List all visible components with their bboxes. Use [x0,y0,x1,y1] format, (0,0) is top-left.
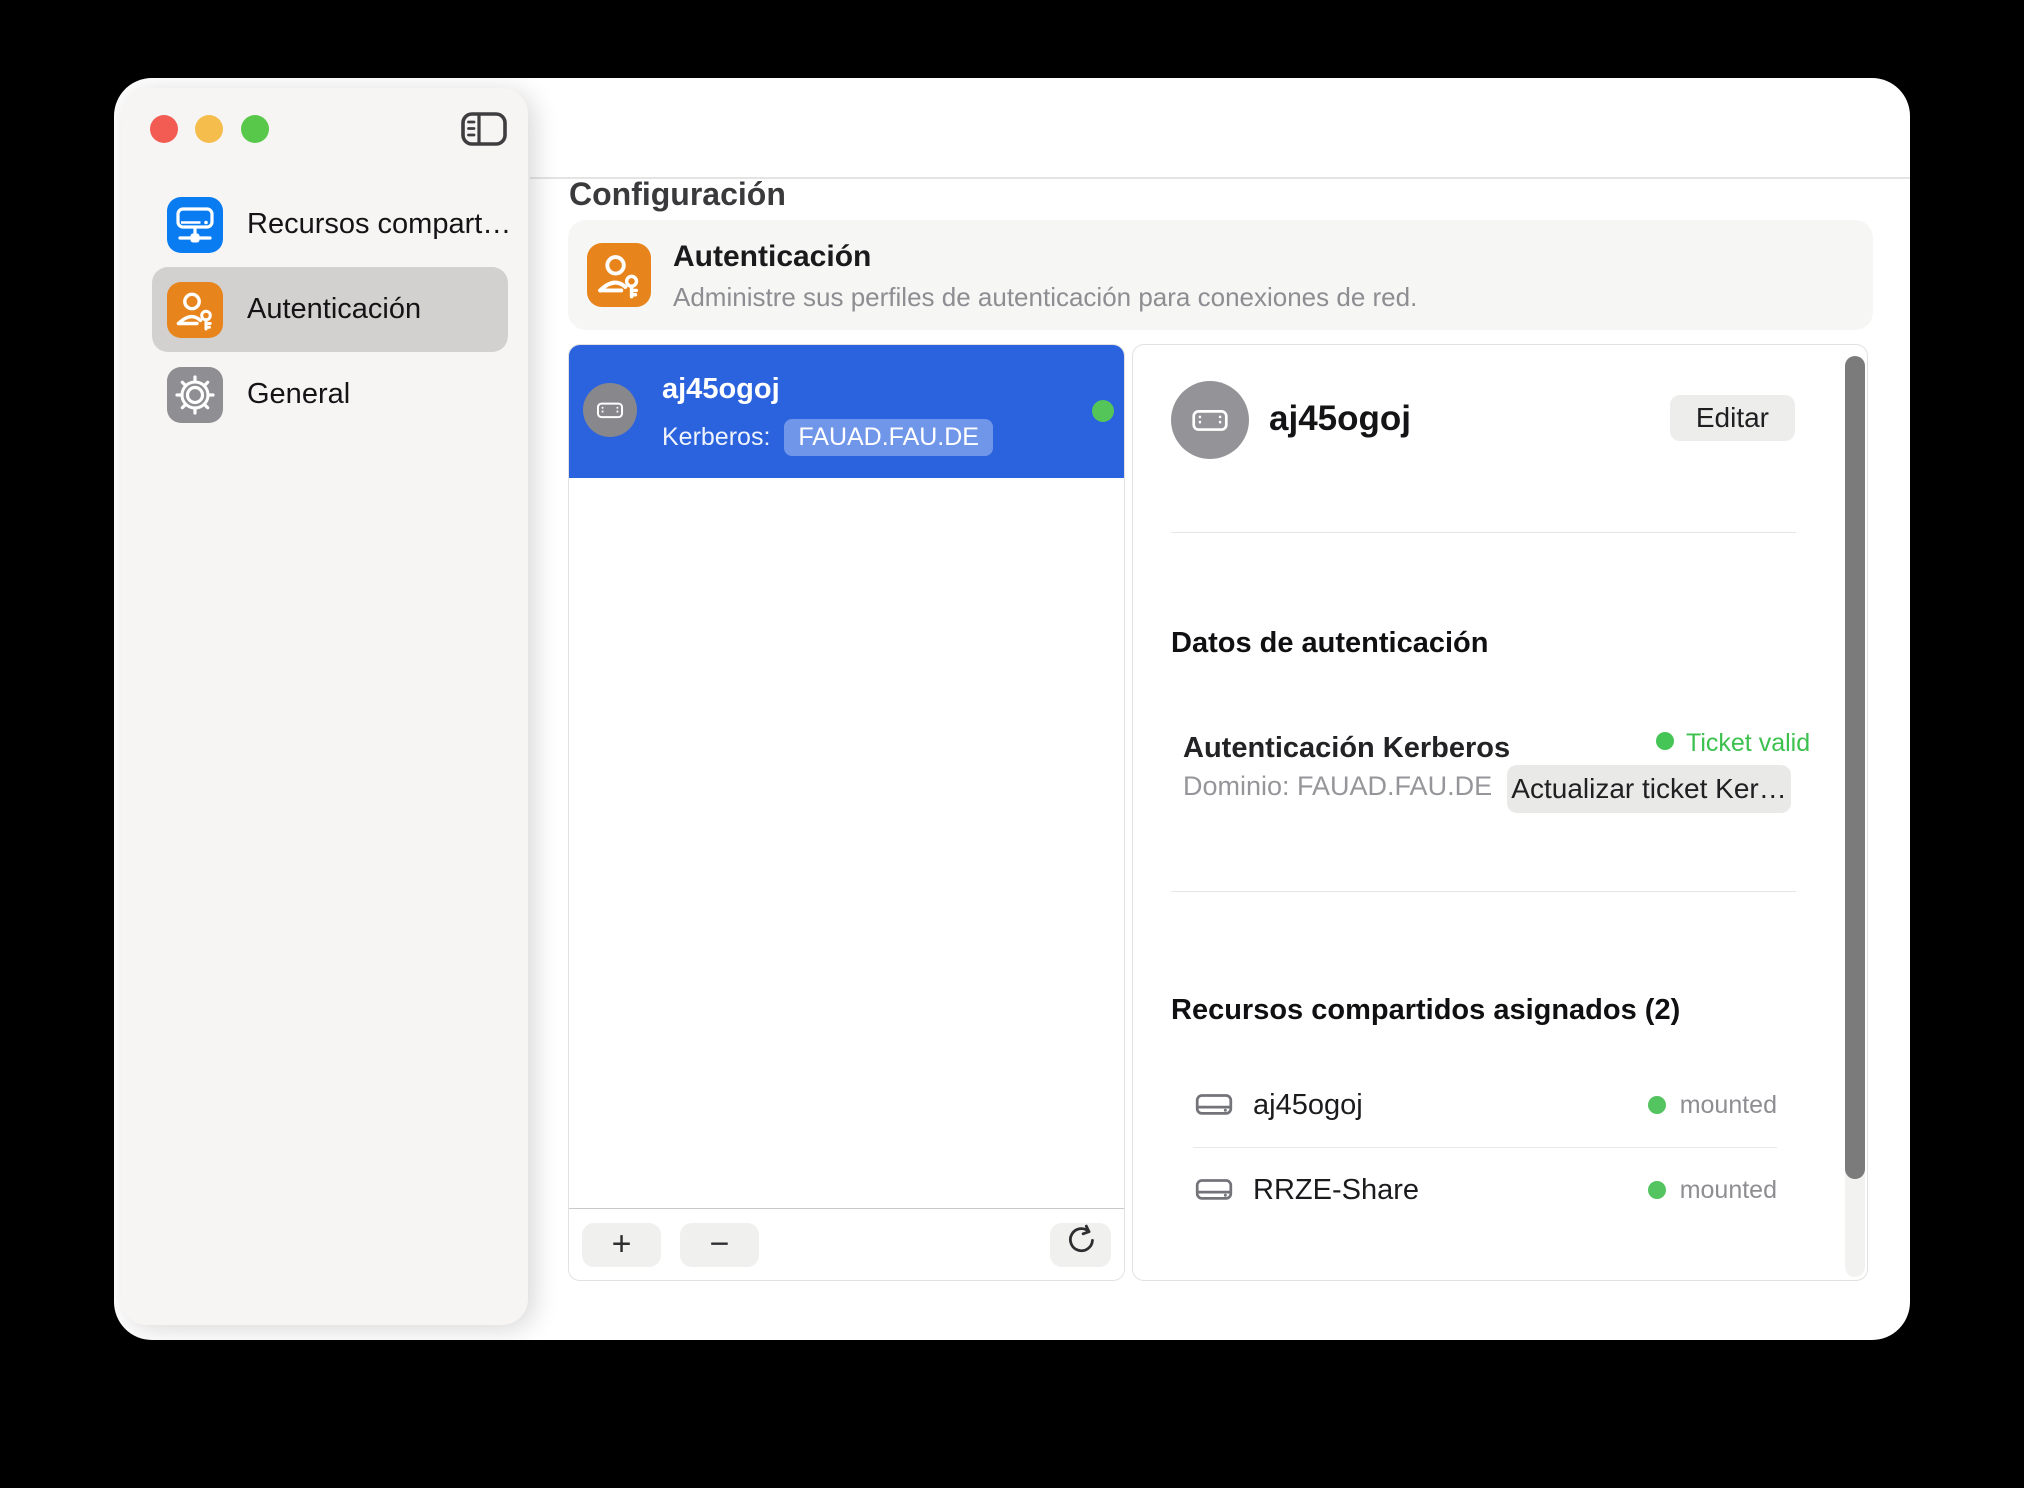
person-key-icon [167,281,223,338]
mounted-status-label: mounted [1679,1090,1777,1119]
refresh-button[interactable] [1050,1222,1111,1267]
external-drive-icon [1193,1172,1235,1208]
refresh-icon [1063,1222,1099,1267]
profile-list-item-selected[interactable]: aj45ogoj Kerberos: FAUAD.FAU.DE [569,345,1124,478]
renew-ticket-button[interactable]: Actualizar ticket Ker… [1507,765,1791,813]
share-status-group: mounted [1647,1175,1777,1205]
assigned-shares-list: aj45ogoj mounted RRZE-Share mounted [1193,1063,1777,1232]
ticket-avatar [1171,381,1249,459]
network-drive-icon [167,196,223,253]
auth-section-title: Datos de autenticación [1171,627,1489,659]
sidebar: Recursos compart… Autenticación General [121,88,528,1325]
sidebar-item-label: General [247,378,351,410]
mounted-status-label: mounted [1679,1175,1777,1204]
sidebar-item-label: Recursos compart… [247,208,512,240]
realm-badge: FAUAD.FAU.DE [784,419,993,456]
ticket-status-dot [1656,732,1674,750]
close-window-button[interactable] [150,115,178,143]
share-list-item[interactable]: aj45ogoj mounted [1193,1063,1777,1147]
profile-name: aj45ogoj [662,373,780,405]
detail-profile-name: aj45ogoj [1269,399,1411,438]
section-banner: Autenticación Administre sus perfiles de… [568,220,1873,330]
zoom-window-button[interactable] [241,115,269,143]
app-window: Configuración Recursos compart… Autentic… [114,78,1910,1340]
status-dot [1092,400,1114,422]
kerberos-auth-label: Autenticación Kerberos [1183,732,1511,764]
shares-section-title: Recursos compartidos asignados (2) [1171,994,1681,1026]
external-drive-icon [1193,1087,1235,1123]
profile-detail-panel: aj45ogoj Editar Datos de autenticación A… [1132,344,1868,1281]
share-list-item[interactable]: RRZE-Share mounted [1193,1147,1777,1232]
mounted-status-dot [1647,1181,1666,1199]
ticket-status-label: Ticket valid [1686,729,1811,757]
add-profile-button[interactable]: + [582,1222,661,1267]
toolbar-divider [530,177,1910,179]
screenshot-stage: Configuración Recursos compart… Autentic… [0,0,2024,1488]
minimize-window-button[interactable] [195,115,223,143]
remove-profile-button[interactable]: − [680,1222,759,1267]
gear-icon [167,366,223,423]
edit-button[interactable]: Editar [1669,395,1795,441]
sidebar-item-general[interactable]: General [152,352,508,437]
banner-subtitle: Administre sus perfiles de autenticación… [673,282,1418,312]
sidebar-toggle-icon [461,112,507,149]
divider [1171,532,1796,533]
share-name: aj45ogoj [1253,1088,1363,1121]
list-toolbar: + − [569,1208,1124,1280]
profile-subrow: Kerberos: FAUAD.FAU.DE [662,419,993,456]
sidebar-item-autenticacion[interactable]: Autenticación [152,267,508,352]
ticket-avatar [583,383,637,437]
sidebar-toggle-button[interactable] [461,112,507,146]
share-name: RRZE-Share [1253,1173,1419,1206]
sidebar-item-label: Autenticación [247,293,422,325]
sidebar-item-recursos-compartidos[interactable]: Recursos compart… [152,182,512,267]
share-status-group: mounted [1647,1090,1777,1120]
divider [1171,891,1796,892]
scrollbar-thumb[interactable] [1845,356,1865,1179]
person-key-icon [587,243,651,307]
banner-title: Autenticación [673,240,872,273]
protocol-label: Kerberos: [662,423,771,451]
kerberos-domain-label: Dominio: FAUAD.FAU.DE [1183,771,1493,801]
profiles-list-panel: aj45ogoj Kerberos: FAUAD.FAU.DE + − [568,344,1125,1281]
sidebar-nav: Recursos compart… Autenticación General [152,182,512,437]
mounted-status-dot [1647,1096,1666,1114]
page-title: Configuración [569,176,786,212]
